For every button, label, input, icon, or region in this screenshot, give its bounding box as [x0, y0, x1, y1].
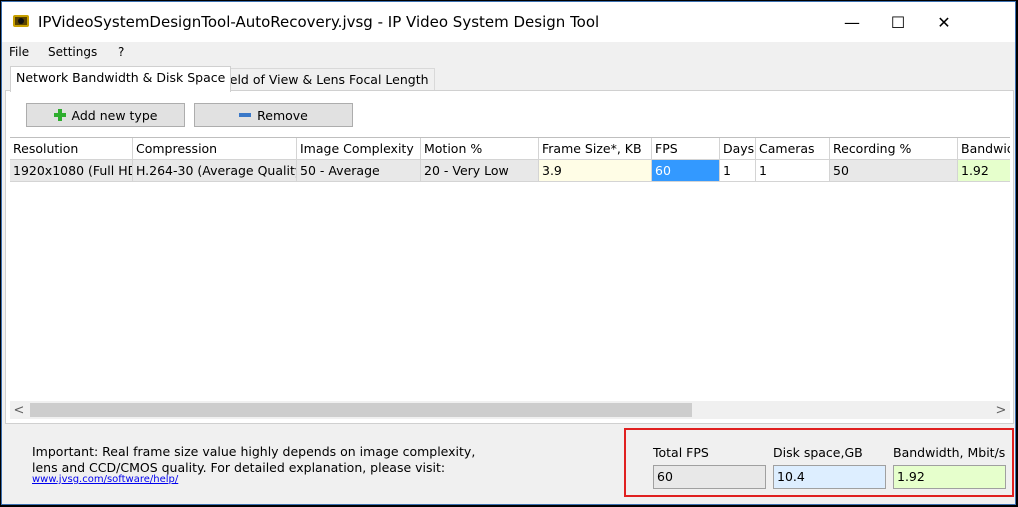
app-window: IPVideoSystemDesignTool-AutoRecovery.jvs…: [1, 1, 1016, 505]
cell-frame-size[interactable]: 3.9: [539, 160, 652, 181]
cell-fps[interactable]: 60: [652, 160, 720, 181]
grid-header: Resolution Compression Image Complexity …: [10, 138, 1010, 160]
tab-panel: Add new type Remove Resolution Compressi…: [5, 90, 1014, 424]
help-link[interactable]: www.jvsg.com/software/help/: [32, 474, 178, 485]
add-new-type-label: Add new type: [71, 107, 158, 123]
scroll-right-icon[interactable]: >: [992, 401, 1010, 419]
disk-space-field: 10.4: [773, 465, 886, 489]
column-header-days[interactable]: Days: [720, 138, 756, 159]
maximize-button[interactable]: ☐: [875, 2, 921, 42]
cell-cameras[interactable]: 1: [756, 160, 830, 181]
column-header-frame-size[interactable]: Frame Size*, KB: [539, 138, 652, 159]
menu-settings[interactable]: Settings: [48, 45, 97, 59]
column-header-bandwidth[interactable]: Bandwidth: [958, 138, 1010, 159]
window-title: IPVideoSystemDesignTool-AutoRecovery.jvs…: [38, 13, 600, 31]
add-new-type-button[interactable]: Add new type: [26, 103, 185, 127]
remove-label: Remove: [257, 107, 308, 123]
cell-image-complexity[interactable]: 50 - Average: [297, 160, 421, 181]
tab-network-bandwidth[interactable]: Network Bandwidth & Disk Space: [10, 66, 232, 92]
table-row[interactable]: 1920x1080 (Full HD) H.264-30 (Average Qu…: [10, 160, 1010, 182]
minimize-button[interactable]: —: [829, 2, 875, 42]
bandwidth-label: Bandwidth, Mbit/s: [893, 445, 1006, 460]
remove-button[interactable]: Remove: [194, 103, 353, 127]
close-button[interactable]: ✕: [921, 2, 967, 42]
menu-bar: File Settings ?: [2, 42, 1015, 64]
title-bar[interactable]: IPVideoSystemDesignTool-AutoRecovery.jvs…: [2, 2, 1015, 42]
column-header-recording[interactable]: Recording %: [830, 138, 958, 159]
camera-app-icon: [13, 15, 29, 27]
data-grid: Resolution Compression Image Complexity …: [10, 137, 1010, 422]
important-note: Important: Real frame size value highly …: [32, 444, 552, 476]
column-header-image-complexity[interactable]: Image Complexity: [297, 138, 421, 159]
cell-resolution[interactable]: 1920x1080 (Full HD): [10, 160, 133, 181]
cell-compression[interactable]: H.264-30 (Average Quality): [133, 160, 297, 181]
cell-motion[interactable]: 20 - Very Low: [421, 160, 539, 181]
note-line-1: Important: Real frame size value highly …: [32, 444, 476, 459]
total-fps-label: Total FPS: [653, 445, 709, 460]
disk-space-label: Disk space,GB: [773, 445, 863, 460]
column-header-compression[interactable]: Compression: [133, 138, 297, 159]
scroll-left-icon[interactable]: <: [10, 401, 28, 419]
column-header-resolution[interactable]: Resolution: [10, 138, 133, 159]
cell-days[interactable]: 1: [720, 160, 756, 181]
cell-recording[interactable]: 50: [830, 160, 958, 181]
horizontal-scrollbar[interactable]: < >: [10, 401, 1010, 419]
total-fps-field: 60: [653, 465, 766, 489]
column-header-cameras[interactable]: Cameras: [756, 138, 830, 159]
plus-icon: [53, 109, 66, 121]
bandwidth-field: 1.92: [893, 465, 1006, 489]
tab-field-of-view[interactable]: Field of View & Lens Focal Length: [214, 68, 435, 91]
cell-bandwidth[interactable]: 1.92: [958, 160, 1010, 181]
menu-file[interactable]: File: [9, 45, 29, 59]
minus-icon: [239, 113, 252, 117]
column-header-motion[interactable]: Motion %: [421, 138, 539, 159]
scrollbar-thumb[interactable]: [30, 403, 692, 417]
tab-strip: Network Bandwidth & Disk Space Field of …: [2, 66, 1015, 92]
menu-help[interactable]: ?: [118, 45, 124, 59]
column-header-fps[interactable]: FPS: [652, 138, 720, 159]
